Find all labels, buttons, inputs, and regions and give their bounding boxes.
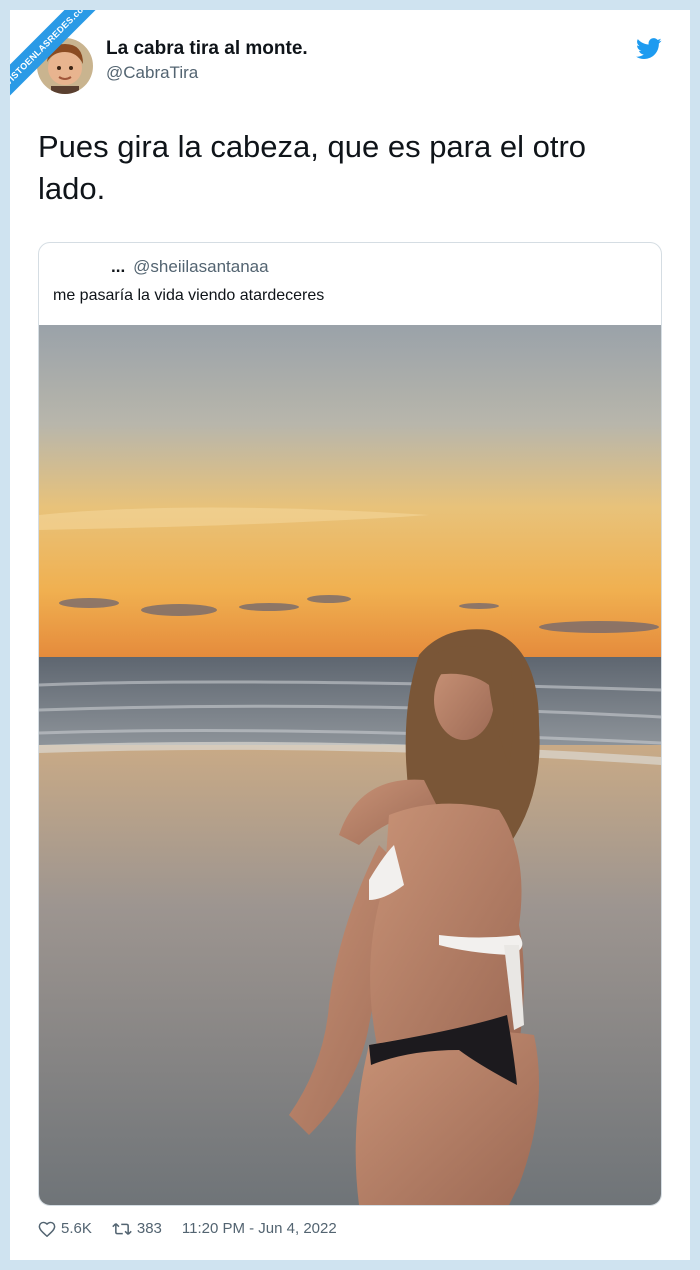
quoted-tweet-text: me pasaría la vida viendo atardeceres [53,287,325,304]
quoted-tweet-header: ... @sheiilasantanaa [111,257,269,277]
retweet-icon[interactable] [112,1221,132,1237]
twitter-bird-icon[interactable] [636,38,662,60]
tweet-footer: 5.6K 383 11:20 PM - Jun 4, 2022 [38,1220,337,1237]
quoted-handle[interactable]: @sheiilasantanaa [133,257,268,276]
author-handle[interactable]: @CabraTira [106,63,198,83]
quoted-tweet[interactable]: ... @sheiilasantanaa me pasaría la vida v… [38,242,662,1206]
tweet-card: VISTOENLASREDES.com La cabra tira al mon… [10,10,690,1260]
timestamp[interactable]: 11:20 PM - Jun 4, 2022 [182,1220,337,1237]
retweet-group[interactable]: 383 [112,1220,162,1237]
tweet-text: Pues gira la cabeza, que es para el otro… [38,129,587,206]
quoted-dots: ... [111,257,126,276]
like-count: 5.6K [61,1220,92,1237]
heart-icon[interactable] [38,1221,56,1237]
retweet-count: 383 [136,1220,162,1237]
like-group[interactable]: 5.6K [38,1220,92,1237]
quoted-tweet-photo[interactable] [39,325,661,1205]
author-display-name[interactable]: La cabra tira al monte. [106,38,308,60]
